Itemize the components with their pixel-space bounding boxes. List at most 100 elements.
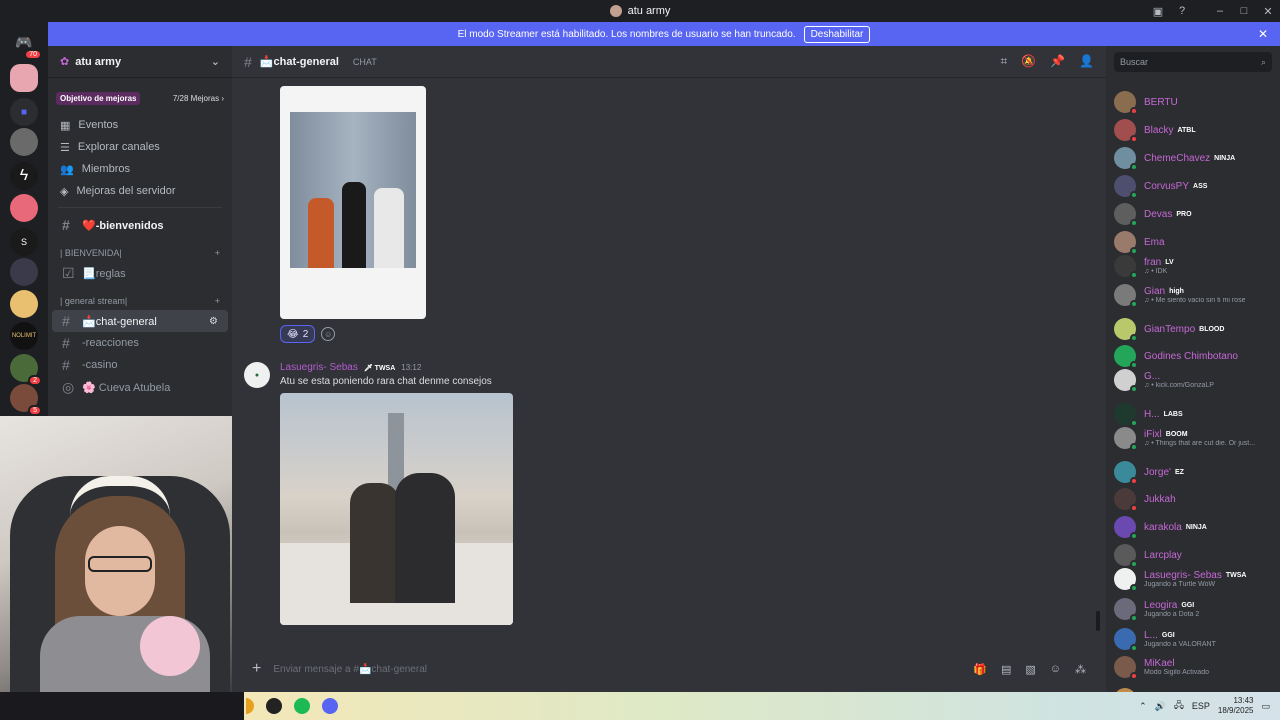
message-image-polaroid[interactable]	[280, 86, 426, 319]
minimize-button[interactable]: –	[1208, 0, 1232, 22]
channel-cueva-atubela[interactable]: ◎ 🌸 Cueva Atubela	[52, 376, 228, 398]
add-channel-icon[interactable]: +	[215, 296, 220, 306]
member-item[interactable]: Lasuegris- Sebas TWSA Jugando a Turtle WoW	[1114, 566, 1280, 592]
pinned-messages-icon[interactable]: 📌	[1050, 54, 1065, 69]
guild-name: atu army	[75, 55, 122, 68]
member-avatar	[1114, 488, 1138, 512]
member-item[interactable]: Ema	[1114, 229, 1280, 255]
nav-members[interactable]: 👥 Miembros	[48, 158, 232, 180]
member-item[interactable]: ChemeChavez NINJA	[1114, 145, 1280, 171]
chevron-up-icon[interactable]: ⌃	[1139, 701, 1147, 712]
folder-icon[interactable]: ■	[10, 98, 38, 126]
member-avatar	[1114, 403, 1138, 427]
disable-streamer-mode-button[interactable]: Deshabilitar	[803, 25, 871, 43]
inbox-icon[interactable]: ▣	[1146, 0, 1170, 22]
member-item[interactable]: Gian high ♫ • Me siento vacio sin ti mi ro…	[1114, 282, 1280, 308]
member-item[interactable]: karakola NINJA	[1114, 514, 1280, 540]
guild-header[interactable]: ✿ atu army ⌄	[48, 46, 232, 78]
message-image-city[interactable]	[280, 393, 513, 625]
member-name: fran	[1144, 257, 1162, 268]
member-item[interactable]: L... GGI Jugando a VALORANT	[1114, 626, 1280, 652]
add-reaction-icon[interactable]: ☺	[321, 327, 336, 341]
gif-icon[interactable]: ▤	[1001, 663, 1011, 676]
server-icon-atu-army[interactable]	[10, 64, 38, 92]
member-item[interactable]: Larcplay	[1114, 542, 1280, 568]
member-item[interactable]: Godines Chimbotano	[1114, 343, 1280, 369]
gift-icon[interactable]: 🎁	[973, 663, 987, 676]
server-icon[interactable]	[10, 194, 38, 222]
boost-goal[interactable]: Objetivo de mejoras 7/28 Mejoras ›	[56, 88, 224, 108]
language-indicator[interactable]: ESP	[1192, 701, 1210, 711]
channel-casino[interactable]: # -casino	[52, 354, 228, 376]
member-avatar	[1114, 544, 1138, 568]
volume-icon[interactable]: 🔊	[1155, 701, 1166, 712]
member-item[interactable]: iFixl BOOM ♫ • Things that are cut die. Or…	[1114, 425, 1280, 451]
member-item[interactable]: fran LV ♫ • IDK	[1114, 253, 1280, 279]
network-icon[interactable]: 🖧	[1174, 698, 1184, 714]
member-name: Larcplay	[1144, 549, 1182, 561]
nav-events[interactable]: ▦ Eventos	[48, 114, 232, 136]
close-banner-icon[interactable]: ✕	[1258, 27, 1268, 41]
member-list: Buscar ⌕ BERTU Blacky ATBL ChemeChavez NINJA…	[1106, 46, 1280, 712]
server-icon[interactable]: 2	[10, 354, 42, 386]
notification-icon[interactable]: ▭	[1261, 701, 1270, 712]
discord-icon[interactable]	[322, 698, 338, 714]
channel-settings-icon[interactable]: ⚙	[209, 316, 218, 327]
member-item[interactable]: Leogira GGI Jugando a Dota 2	[1114, 596, 1280, 622]
member-item[interactable]: MiKael Modo Sigilo Activado	[1114, 654, 1280, 680]
category-general-stream[interactable]: | general stream| +	[48, 292, 232, 310]
member-item[interactable]: G... ♫ • kick.com/GonzaLP	[1114, 367, 1280, 393]
help-icon[interactable]: ?	[1170, 0, 1194, 22]
message-author[interactable]: Lasuegris- Sebas	[280, 362, 358, 373]
spotify-icon[interactable]	[294, 698, 310, 714]
member-name: CorvusPY	[1144, 180, 1190, 192]
member-avatar	[1114, 461, 1138, 485]
server-icon[interactable]	[10, 128, 38, 156]
author-avatar[interactable]: ●	[244, 362, 270, 388]
emoji-picker-icon[interactable]: ☺	[1050, 663, 1061, 676]
server-icon[interactable]	[10, 290, 38, 318]
boost-icon: ◈	[60, 185, 69, 198]
member-item[interactable]: GianTempo BLOOD	[1114, 316, 1280, 342]
sticker-icon[interactable]: ▧	[1025, 663, 1035, 676]
server-icon[interactable]	[10, 258, 38, 286]
channel-reglas[interactable]: ☑ 📃reglas	[52, 262, 228, 284]
member-item[interactable]: Jukkah	[1114, 486, 1280, 512]
member-item[interactable]: Blacky ATBL	[1114, 117, 1280, 143]
chat-scrollbar[interactable]	[1096, 611, 1100, 631]
upload-plus-icon[interactable]: +	[252, 660, 261, 678]
channel-chat-general[interactable]: # 📩chat-general ⚙	[52, 310, 228, 332]
maximize-button[interactable]: □	[1232, 0, 1256, 22]
notifications-icon[interactable]: 🔕	[1021, 54, 1036, 69]
close-window-button[interactable]: ✕	[1256, 0, 1280, 22]
reaction-button[interactable]: 😂 2	[280, 325, 316, 343]
server-icon[interactable]: S	[10, 228, 38, 256]
clock[interactable]: 13:43 18/9/2025	[1218, 696, 1254, 716]
message-input[interactable]: Enviar mensaje a #📩chat-general	[273, 664, 427, 675]
member-avatar	[1114, 427, 1138, 451]
member-list-icon[interactable]: 👤	[1079, 54, 1094, 69]
server-icon[interactable]: ϟ	[10, 162, 38, 190]
nav-server-boosts[interactable]: ◈ Mejoras del servidor	[48, 180, 232, 202]
threads-icon[interactable]: ⌗	[1000, 54, 1007, 69]
server-icon[interactable]: NOLIMIT	[10, 322, 38, 350]
search-input[interactable]: Buscar ⌕	[1114, 52, 1272, 72]
server-icon[interactable]: 5	[10, 384, 42, 416]
taskbar-app-icon[interactable]	[246, 698, 254, 714]
member-tag: BOOM	[1165, 431, 1188, 438]
member-item[interactable]: Jorge' EZ	[1114, 459, 1280, 485]
channel-reacciones[interactable]: # -reacciones	[52, 332, 228, 354]
member-item[interactable]: CorvusPY ASS	[1114, 173, 1280, 199]
category-bienvenida[interactable]: | BIENVENIDA| +	[48, 244, 232, 262]
member-item[interactable]: Devas PRO	[1114, 201, 1280, 227]
member-item[interactable]: BERTU	[1114, 89, 1280, 115]
member-avatar	[1114, 91, 1138, 115]
nav-browse-channels[interactable]: ☰ Explorar canales	[48, 136, 232, 158]
apps-icon[interactable]: ⁂	[1075, 663, 1086, 676]
add-channel-icon[interactable]: +	[215, 248, 220, 258]
taskbar-app-icon[interactable]	[266, 698, 282, 714]
direct-messages-icon[interactable]: 🎮 70	[10, 28, 42, 60]
status-dot	[1130, 271, 1138, 279]
channel-bienvenidos[interactable]: # ❤️-bienvenidos	[52, 214, 228, 236]
member-item[interactable]: H... LABS	[1114, 401, 1280, 427]
